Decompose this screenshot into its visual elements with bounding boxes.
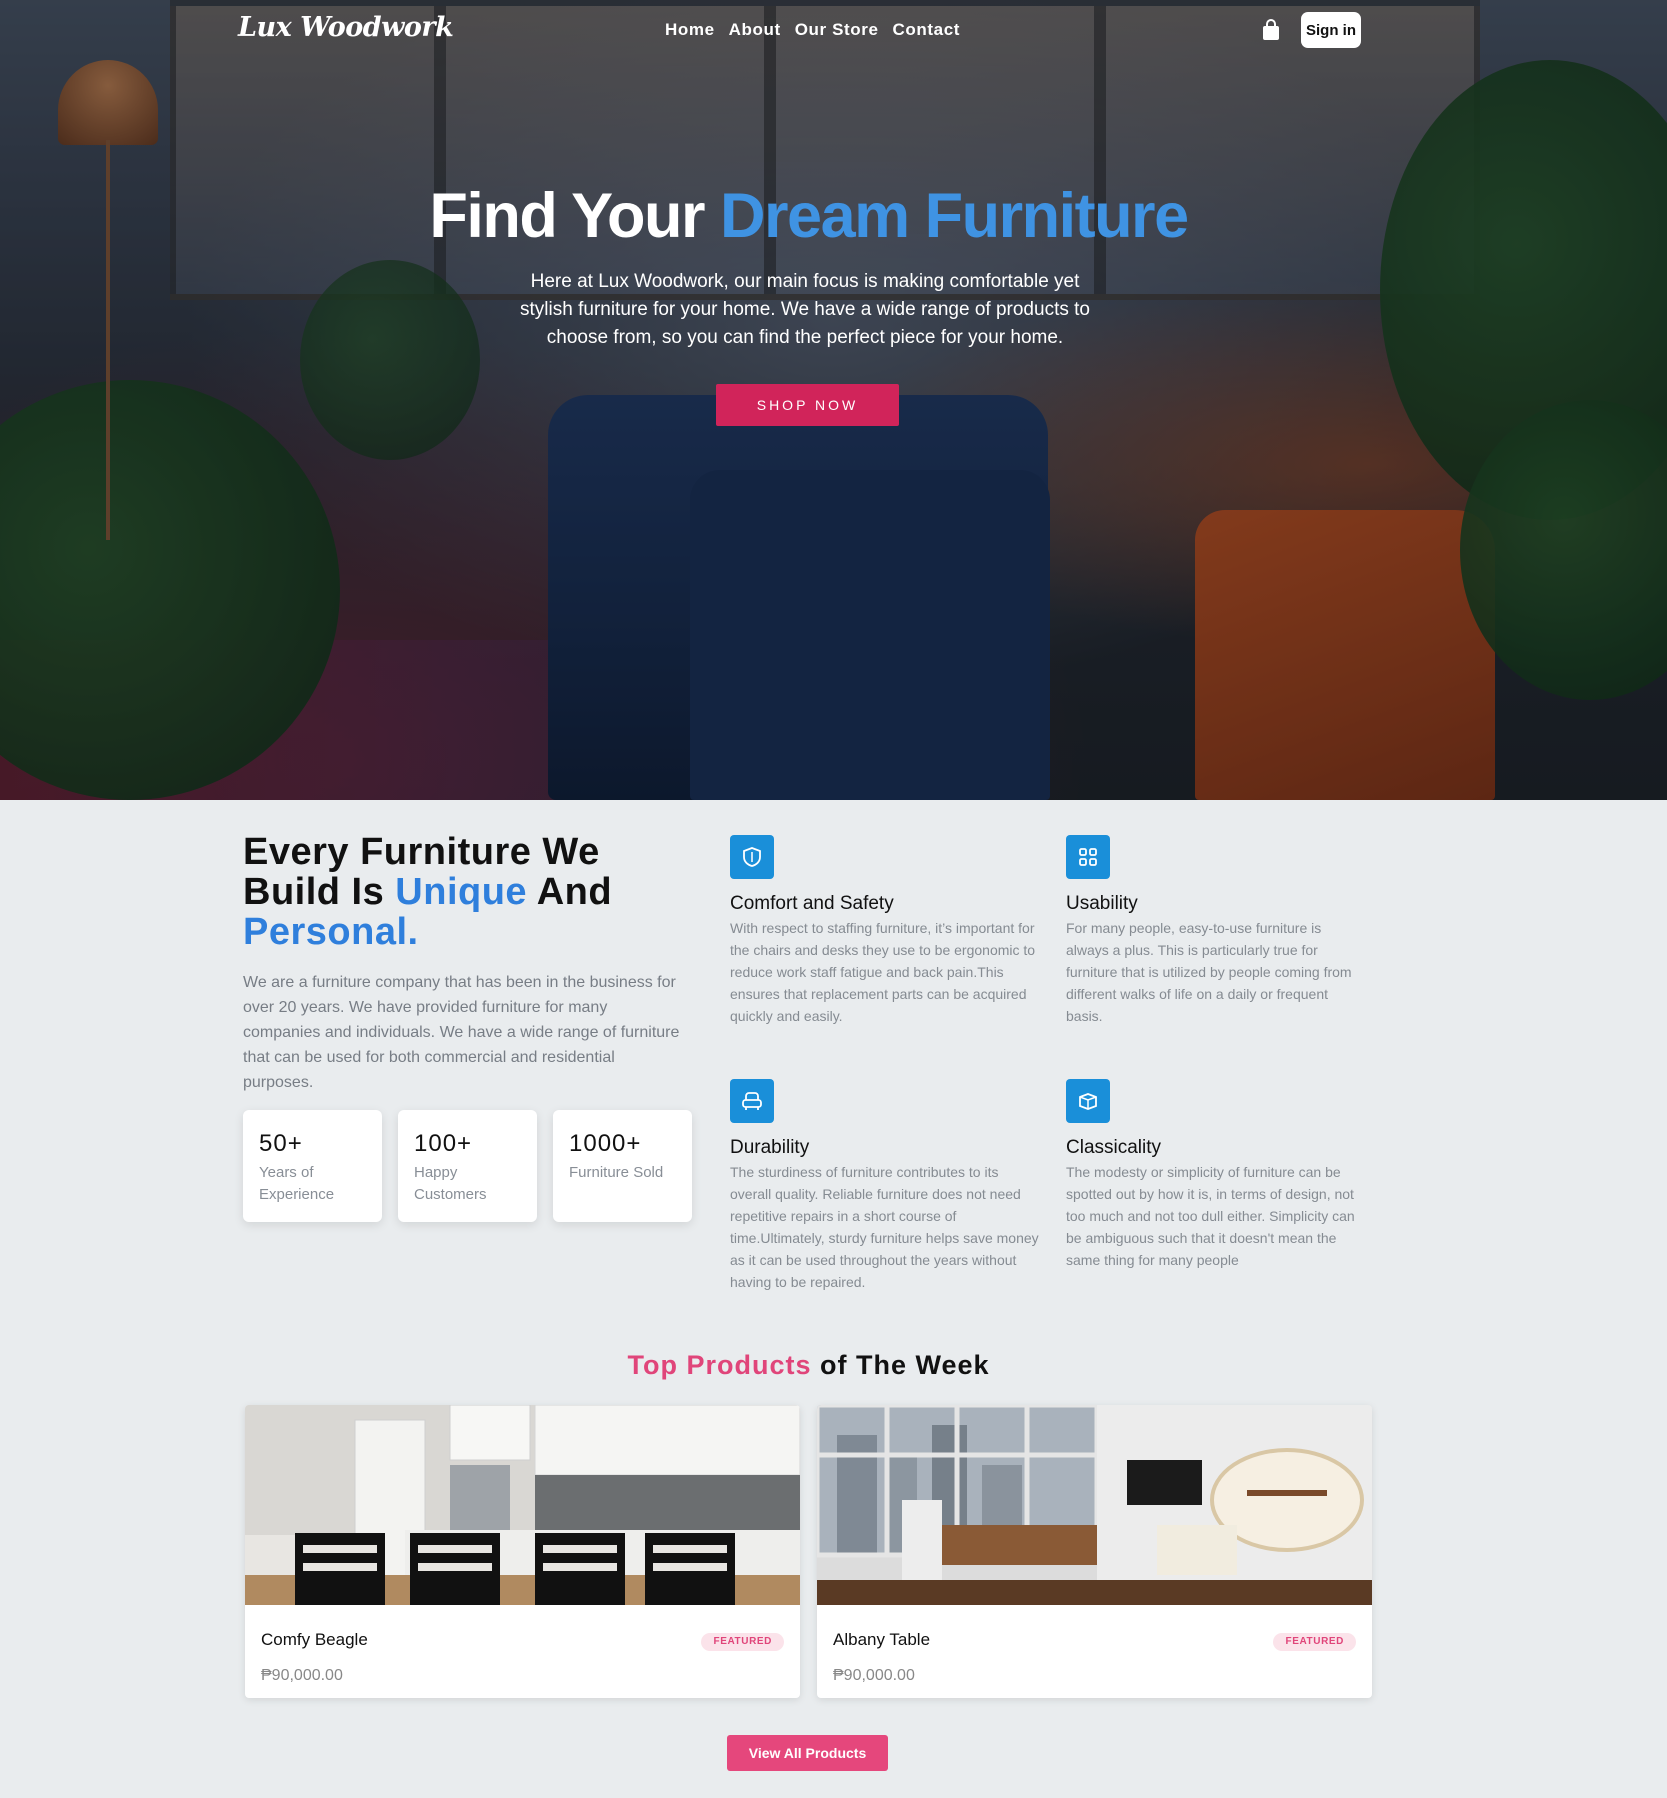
product-card[interactable]: Comfy Beagle FEATURED ₱90,000.00: [245, 1405, 800, 1698]
about-heading-personal: Personal.: [243, 911, 419, 953]
feature-text: The modesty or simplicity of furniture c…: [1066, 1164, 1355, 1268]
sign-in-button[interactable]: Sign in: [1301, 12, 1361, 48]
featured-badge: FEATURED: [701, 1633, 784, 1651]
products-heading-pink: Top Products: [627, 1350, 812, 1380]
feature-title: Usability: [1066, 893, 1138, 914]
nav-link-home[interactable]: Home: [665, 20, 715, 40]
stat-number: 1000+: [569, 1130, 642, 1157]
about-heading-line2-end: And: [527, 871, 613, 913]
feature-text: For many people, easy-to-use furniture i…: [1066, 920, 1352, 1024]
product-name: Albany Table: [833, 1630, 931, 1649]
hero-section: Lux Woodwork Home About Our Store Contac…: [0, 0, 1667, 800]
shop-now-button[interactable]: SHOP NOW: [716, 384, 899, 426]
stat-card-sold: 1000+ Furniture Sold: [553, 1110, 692, 1222]
hero-title-accent: Dream Furniture: [720, 181, 1189, 251]
stat-card-customers: 100+ Happy Customers: [398, 1110, 537, 1222]
hero-title: Find Your Dream Furniture: [0, 180, 1617, 252]
grid-icon: [1066, 835, 1110, 879]
nav-link-about[interactable]: About: [729, 20, 781, 40]
stat-label: Furniture Sold: [569, 1164, 664, 1181]
stat-label: Years of Experience: [259, 1164, 335, 1203]
featured-badge: FEATURED: [1273, 1633, 1356, 1651]
nav-links: Home About Our Store Contact: [665, 20, 960, 40]
site-logo[interactable]: Lux Woodwork: [238, 12, 454, 43]
feature-comfort-safety: Comfort and Safety With respect to staff…: [730, 835, 1040, 1027]
products-heading-rest: of The Week: [811, 1350, 990, 1380]
hero-description: Here at Lux Woodwork, our main focus is …: [520, 271, 1090, 348]
product-image-office: [817, 1405, 1372, 1605]
about-heading-line2-start: Build Is: [243, 871, 396, 913]
product-name: Comfy Beagle: [261, 1630, 368, 1649]
about-heading-unique: Unique: [395, 871, 528, 913]
about-heading-line1: Every Furniture We: [243, 831, 600, 873]
stat-card-experience: 50+ Years of Experience: [243, 1110, 382, 1222]
stat-number: 100+: [414, 1130, 473, 1157]
feature-durability: Durability The sturdiness of furniture c…: [730, 1079, 1040, 1293]
stat-label: Happy Customers: [414, 1164, 487, 1203]
feature-title: Durability: [730, 1137, 810, 1158]
product-image-kitchen: [245, 1405, 800, 1605]
nav-link-our-store[interactable]: Our Store: [795, 20, 879, 40]
feature-title: Comfort and Safety: [730, 893, 894, 914]
about-heading: Every Furniture We Build Is Unique And P…: [243, 832, 683, 952]
armchair-icon: [730, 1079, 774, 1123]
hero-title-start: Find Your: [429, 181, 721, 251]
nav-link-contact[interactable]: Contact: [893, 20, 960, 40]
box-icon: [1066, 1079, 1110, 1123]
shield-icon: [730, 835, 774, 879]
feature-classicality: Classicality The modesty or simplicity o…: [1066, 1079, 1366, 1271]
product-price: ₱90,000.00: [833, 1667, 915, 1684]
stats-row: 50+ Years of Experience 100+ Happy Custo…: [243, 1110, 692, 1222]
view-all-products-button[interactable]: View All Products: [727, 1735, 888, 1771]
products-heading: Top Products of The Week: [0, 1350, 1617, 1381]
feature-title: Classicality: [1066, 1137, 1162, 1158]
about-text: We are a furniture company that has been…: [243, 974, 680, 1091]
product-card[interactable]: Albany Table FEATURED ₱90,000.00: [817, 1405, 1372, 1698]
stat-number: 50+: [259, 1130, 303, 1157]
feature-usability: Usability For many people, easy-to-use f…: [1066, 835, 1366, 1027]
feature-text: The sturdiness of furniture contributes …: [730, 1164, 1039, 1290]
shopping-bag-icon[interactable]: [1262, 19, 1280, 41]
feature-text: With respect to staffing furniture, it’s…: [730, 920, 1036, 1024]
product-price: ₱90,000.00: [261, 1667, 343, 1684]
top-navbar: Lux Woodwork Home About Our Store Contac…: [0, 0, 1667, 60]
